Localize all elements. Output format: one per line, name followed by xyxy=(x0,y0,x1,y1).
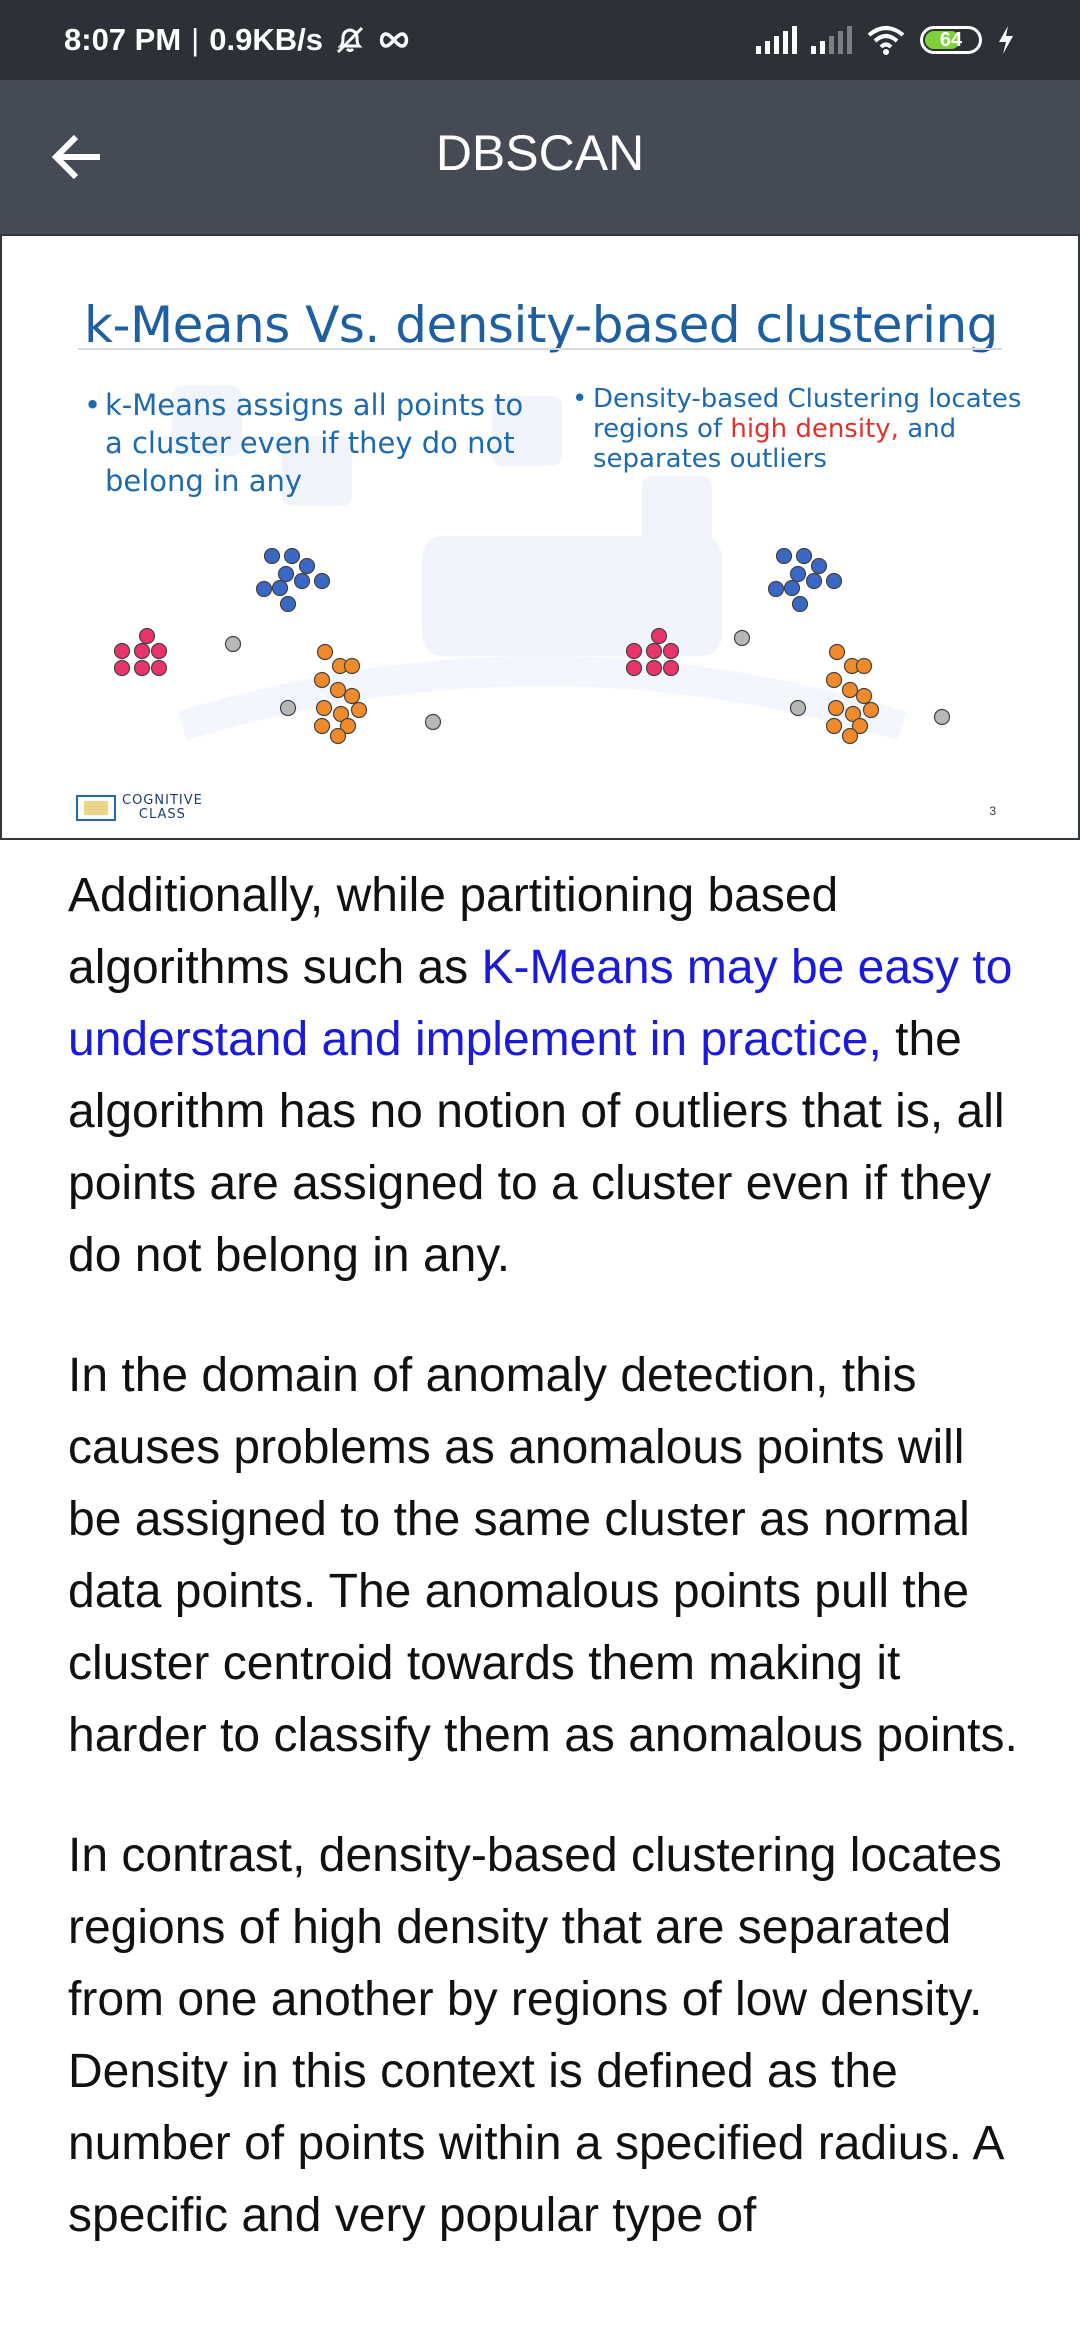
article-paragraph: In the domain of anomaly detection, this… xyxy=(68,1349,1018,1762)
blue-cluster-point xyxy=(767,580,785,598)
orange-cluster-point xyxy=(343,687,361,705)
orange-cluster-point xyxy=(313,717,331,735)
blue-cluster-point xyxy=(263,547,281,565)
orange-cluster-point xyxy=(315,699,333,717)
orange-cluster-point xyxy=(825,671,843,689)
blue-cluster-point xyxy=(283,547,301,565)
charging-icon xyxy=(999,26,1013,54)
pink-cluster-point xyxy=(625,642,643,660)
pink-cluster-point xyxy=(662,659,680,677)
blue-cluster-point xyxy=(825,572,843,590)
outlier-point xyxy=(933,708,951,726)
pink-cluster-point xyxy=(138,627,156,645)
orange-cluster-point xyxy=(313,671,331,689)
blue-cluster-point xyxy=(810,557,828,575)
pink-cluster-point xyxy=(645,642,663,660)
logo-line1: COGNITIVE xyxy=(122,793,203,808)
status-separator: | xyxy=(191,22,200,57)
outlier-point xyxy=(424,713,442,731)
orange-cluster-point xyxy=(855,687,873,705)
pink-cluster-point xyxy=(133,642,151,660)
orange-cluster-point xyxy=(841,681,859,699)
pink-cluster-point xyxy=(113,659,131,677)
orange-cluster-point xyxy=(862,701,880,719)
article-paragraph: Additionally, while partitioning based a… xyxy=(68,860,1018,1292)
orange-cluster-point xyxy=(350,701,368,719)
blue-cluster-point xyxy=(255,580,273,598)
orange-cluster-point xyxy=(825,717,843,735)
pink-cluster-point xyxy=(650,627,668,645)
infinity-icon xyxy=(379,32,409,48)
status-right: 64 xyxy=(756,24,1016,56)
blue-cluster-point xyxy=(313,572,331,590)
mute-icon xyxy=(336,26,364,54)
outlier-point xyxy=(279,699,297,717)
battery-icon: 64 xyxy=(920,26,982,54)
signal-icon xyxy=(811,26,852,54)
blue-cluster-point xyxy=(789,565,807,583)
status-time: 8:07 PM xyxy=(64,22,182,57)
orange-cluster-point xyxy=(343,657,361,675)
blue-cluster-point xyxy=(805,572,823,590)
orange-cluster-point xyxy=(855,657,873,675)
blue-cluster-point xyxy=(293,572,311,590)
blue-cluster-point xyxy=(277,565,295,583)
blue-cluster-point xyxy=(783,579,801,597)
pink-cluster-point xyxy=(645,659,663,677)
pink-cluster-point xyxy=(662,642,680,660)
app-bar: DBSCAN xyxy=(0,80,1080,234)
orange-cluster-point xyxy=(329,681,347,699)
orange-cluster-point xyxy=(828,643,846,661)
orange-cluster-point xyxy=(841,727,859,745)
logo-text: COGNITIVE CLASS xyxy=(122,794,203,822)
outlier-point xyxy=(789,699,807,717)
orange-cluster-point xyxy=(316,643,334,661)
outlier-point xyxy=(224,635,242,653)
pink-cluster-point xyxy=(150,659,168,677)
blue-cluster-point xyxy=(791,595,809,613)
blue-cluster-point xyxy=(795,547,813,565)
orange-cluster-point xyxy=(329,727,347,745)
slide-page-number: 3 xyxy=(989,804,996,818)
blue-cluster-point xyxy=(775,547,793,565)
cognitive-class-logo: COGNITIVE CLASS xyxy=(76,794,203,822)
blue-cluster-point xyxy=(298,557,316,575)
page-title: DBSCAN xyxy=(435,125,645,181)
slide-image: k-Means Vs. density-based clustering • k… xyxy=(0,234,1080,840)
logo-line2: CLASS xyxy=(138,807,186,822)
pink-cluster-point xyxy=(150,642,168,660)
blue-cluster-point xyxy=(271,579,289,597)
pink-cluster-point xyxy=(133,659,151,677)
logo-icon xyxy=(76,795,116,821)
status-speed: 0.9KB/s xyxy=(209,22,323,57)
pink-cluster-point xyxy=(625,659,643,677)
pink-cluster-point xyxy=(113,642,131,660)
wifi-icon xyxy=(867,26,905,55)
status-bar: 8:07 PM | 0.9KB/s 64 xyxy=(0,0,1080,80)
article-paragraph: In contrast, density-based clustering lo… xyxy=(68,1829,1002,2242)
outlier-point xyxy=(733,629,751,647)
orange-cluster-point xyxy=(827,699,845,717)
article-body: Additionally, while partitioning based a… xyxy=(68,860,1018,2300)
signal-icon xyxy=(756,26,797,54)
battery-level: 64 xyxy=(939,28,963,51)
blue-cluster-point xyxy=(279,595,297,613)
cluster-illustration xyxy=(113,547,951,745)
status-left: 8:07 PM | 0.9KB/s xyxy=(64,22,411,58)
